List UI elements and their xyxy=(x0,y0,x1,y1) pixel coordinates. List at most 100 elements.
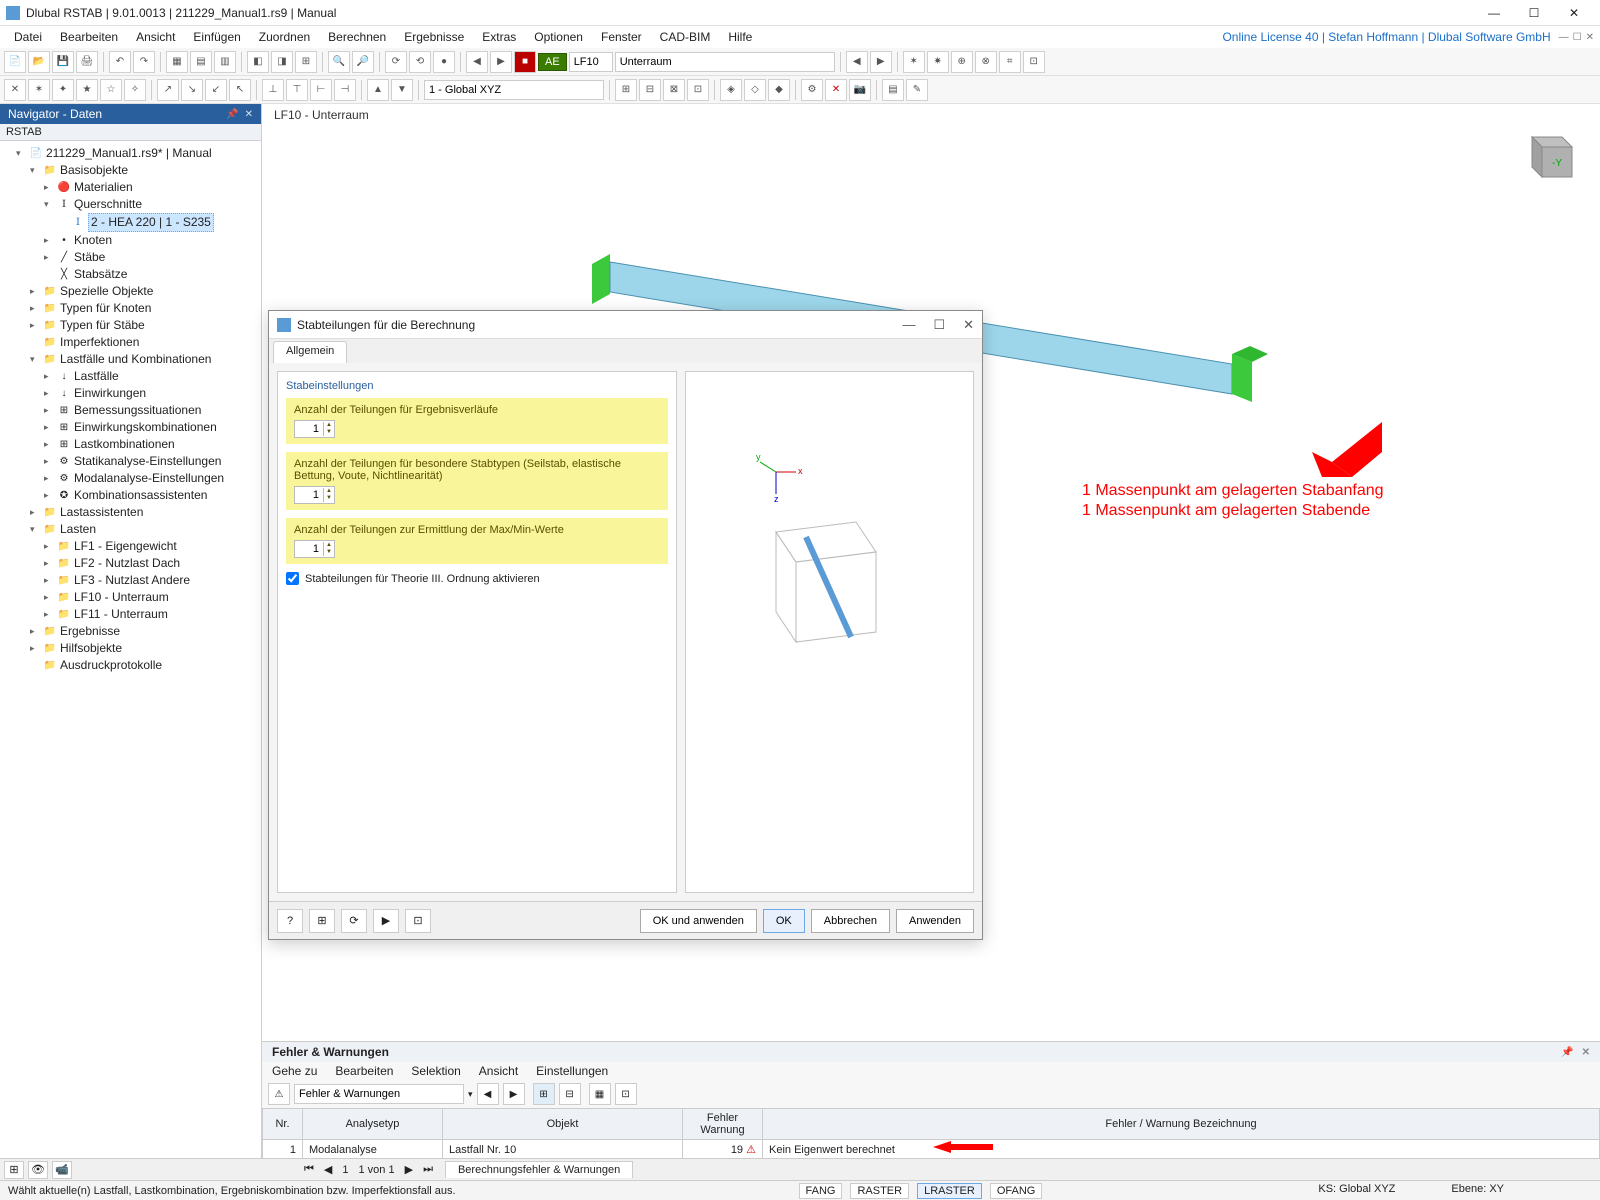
tree-ergebnisse[interactable]: ▸📁Ergebnisse xyxy=(30,623,259,640)
toolbar-icon[interactable]: 💾 xyxy=(52,51,74,73)
loadcase-tag[interactable]: AE xyxy=(538,53,567,71)
menu-datei[interactable]: Datei xyxy=(6,28,50,46)
checkbox-theorie-3[interactable]: Stabteilungen für Theorie III. Ordnung a… xyxy=(286,572,668,585)
spin-teilungen-3[interactable]: ▲▼ xyxy=(294,540,335,558)
pager-next[interactable]: ▶ xyxy=(401,1163,417,1176)
toolbar-icon[interactable]: 📄 xyxy=(4,51,26,73)
toggle-fang[interactable]: FANG xyxy=(799,1183,843,1199)
err-filter-select[interactable] xyxy=(294,1084,464,1104)
toolbar-icon[interactable]: ✷ xyxy=(927,51,949,73)
menu-ansicht[interactable]: Ansicht xyxy=(128,28,183,46)
toolbar-icon[interactable]: ✕ xyxy=(4,79,26,101)
err-prev-icon[interactable]: ◀ xyxy=(477,1083,499,1105)
tree-basis[interactable]: ▾📁Basisobjekte xyxy=(30,162,259,179)
toolbar-icon[interactable]: ↘ xyxy=(181,79,203,101)
tree-hilfsobjekte[interactable]: ▸📁Hilfsobjekte xyxy=(30,640,259,657)
dialog-tool-icon[interactable]: ⟳ xyxy=(341,909,367,933)
toolbar-icon[interactable]: ☆ xyxy=(100,79,122,101)
toolbar-icon[interactable]: ◧ xyxy=(247,51,269,73)
tree-lf2[interactable]: ▸📁LF2 - Nutzlast Dach xyxy=(44,555,259,572)
toolbar-icon[interactable]: ↙ xyxy=(205,79,227,101)
menu-extras[interactable]: Extras xyxy=(474,28,524,46)
toolbar-icon[interactable]: ↖ xyxy=(229,79,251,101)
dialog-maximize[interactable]: ☐ xyxy=(933,317,945,333)
toolbar-icon[interactable]: ⊡ xyxy=(687,79,709,101)
dialog-close[interactable]: ✕ xyxy=(963,317,974,333)
tree-lf1[interactable]: ▸📁LF1 - Eigengewicht xyxy=(44,538,259,555)
toolbar-icon[interactable]: ✦ xyxy=(52,79,74,101)
close-button[interactable]: ✕ xyxy=(1554,2,1594,24)
tree-lf10[interactable]: ▸📁LF10 - Unterraum xyxy=(44,589,259,606)
menu-fenster[interactable]: Fenster xyxy=(593,28,650,46)
tree-spezielle[interactable]: ▸📁Spezielle Objekte xyxy=(30,283,259,300)
toolbar-icon[interactable]: ▶ xyxy=(870,51,892,73)
toolbar-icon[interactable]: ⌗ xyxy=(999,51,1021,73)
toolbar-icon[interactable]: ⊟ xyxy=(639,79,661,101)
toolbar-icon[interactable]: ◈ xyxy=(720,79,742,101)
toolbar-icon[interactable]: ↷ xyxy=(133,51,155,73)
toolbar-icon[interactable]: ✶ xyxy=(903,51,925,73)
err-tool-icon[interactable]: ⊡ xyxy=(615,1083,637,1105)
maximize-button[interactable]: ☐ xyxy=(1514,2,1554,24)
ok-apply-button[interactable]: OK und anwenden xyxy=(640,909,757,933)
toolbar-icon[interactable]: ⊗ xyxy=(975,51,997,73)
bb-icon[interactable]: ⊞ xyxy=(4,1161,24,1179)
loadcase-number[interactable] xyxy=(569,52,613,72)
err-menu-bearbeiten[interactable]: Bearbeiten xyxy=(335,1064,393,1078)
err-tool-icon[interactable]: ⊞ xyxy=(533,1083,555,1105)
tree-einw-komb[interactable]: ▸⊞Einwirkungskombinationen xyxy=(44,419,259,436)
toolbar-icon[interactable]: ◀ xyxy=(846,51,868,73)
toolbar-icon[interactable]: ▤ xyxy=(190,51,212,73)
toolbar-icon[interactable]: ⟲ xyxy=(409,51,431,73)
tree-lastfaelle[interactable]: ▸↓Lastfälle xyxy=(44,368,259,385)
toolbar-icon[interactable]: 🖨 xyxy=(76,51,98,73)
tree-kombass[interactable]: ▸✪Kombinationsassistenten xyxy=(44,487,259,504)
dialog-tool-icon[interactable]: ▶ xyxy=(373,909,399,933)
toolbar-icon[interactable]: ◨ xyxy=(271,51,293,73)
toolbar-icon[interactable]: ◇ xyxy=(744,79,766,101)
menu-berechnen[interactable]: Berechnen xyxy=(320,28,394,46)
tree-selected-section[interactable]: 𝕀2 - HEA 220 | 1 - S235 xyxy=(58,213,259,232)
menu-cad-bim[interactable]: CAD-BIM xyxy=(652,28,719,46)
err-tool-icon[interactable]: ⚠ xyxy=(268,1083,290,1105)
eye-icon[interactable]: 👁 xyxy=(28,1161,48,1179)
err-menu-ansicht[interactable]: Ansicht xyxy=(479,1064,518,1078)
toolbar-icon[interactable]: ⊞ xyxy=(295,51,317,73)
pager-last[interactable]: ⏭ xyxy=(419,1163,437,1176)
tree-materialien[interactable]: ▸🔴Materialien xyxy=(44,179,259,196)
toolbar-icon[interactable]: ⊣ xyxy=(334,79,356,101)
view-cube[interactable]: -Y xyxy=(1512,122,1582,192)
tree-ausdruck[interactable]: 📁Ausdruckprotokolle xyxy=(30,657,259,674)
apply-button[interactable]: Anwenden xyxy=(896,909,974,933)
toggle-ofang[interactable]: OFANG xyxy=(990,1183,1043,1199)
loadcase-name[interactable] xyxy=(615,52,835,72)
menu-hilfe[interactable]: Hilfe xyxy=(720,28,760,46)
toolbar-icon[interactable]: ▼ xyxy=(391,79,413,101)
tree-querschnitte[interactable]: ▾𝕀Querschnitte xyxy=(44,196,259,213)
toolbar-icon[interactable]: 📂 xyxy=(28,51,50,73)
toolbar-icon[interactable]: ⚙ xyxy=(801,79,823,101)
err-row[interactable]: 1 Modalanalyse Lastfall Nr. 10 19 ⚠ Kein… xyxy=(263,1140,1600,1160)
tree-staebe[interactable]: ▸╱Stäbe xyxy=(44,249,259,266)
navigator-root[interactable]: RSTAB xyxy=(0,124,261,141)
toolbar-icon[interactable]: ↶ xyxy=(109,51,131,73)
toolbar-icon[interactable]: ▤ xyxy=(882,79,904,101)
menu-optionen[interactable]: Optionen xyxy=(526,28,591,46)
tree-lf-komb[interactable]: ▾📁Lastfälle und Kombinationen xyxy=(30,351,259,368)
toolbar-icon[interactable]: 📷 xyxy=(849,79,871,101)
toolbar-icon[interactable]: ⊥ xyxy=(262,79,284,101)
tree-typen-staebe[interactable]: ▸📁Typen für Stäbe xyxy=(30,317,259,334)
spin-teilungen-2[interactable]: ▲▼ xyxy=(294,486,335,504)
toolbar-icon[interactable]: ▥ xyxy=(214,51,236,73)
pager-prev[interactable]: ◀ xyxy=(320,1163,336,1176)
tree-stabsaetze[interactable]: ╳Stabsätze xyxy=(44,266,259,283)
err-tool-icon[interactable]: ▦ xyxy=(589,1083,611,1105)
toolbar-icon[interactable]: ▲ xyxy=(367,79,389,101)
cancel-button[interactable]: Abbrechen xyxy=(811,909,890,933)
tree-typen-knoten[interactable]: ▸📁Typen für Knoten xyxy=(30,300,259,317)
err-next-icon[interactable]: ▶ xyxy=(503,1083,525,1105)
coord-sys-select[interactable] xyxy=(424,80,604,100)
toolbar-icon[interactable]: ⊠ xyxy=(663,79,685,101)
toolbar-icon[interactable]: ▶ xyxy=(490,51,512,73)
err-tool-icon[interactable]: ⊟ xyxy=(559,1083,581,1105)
